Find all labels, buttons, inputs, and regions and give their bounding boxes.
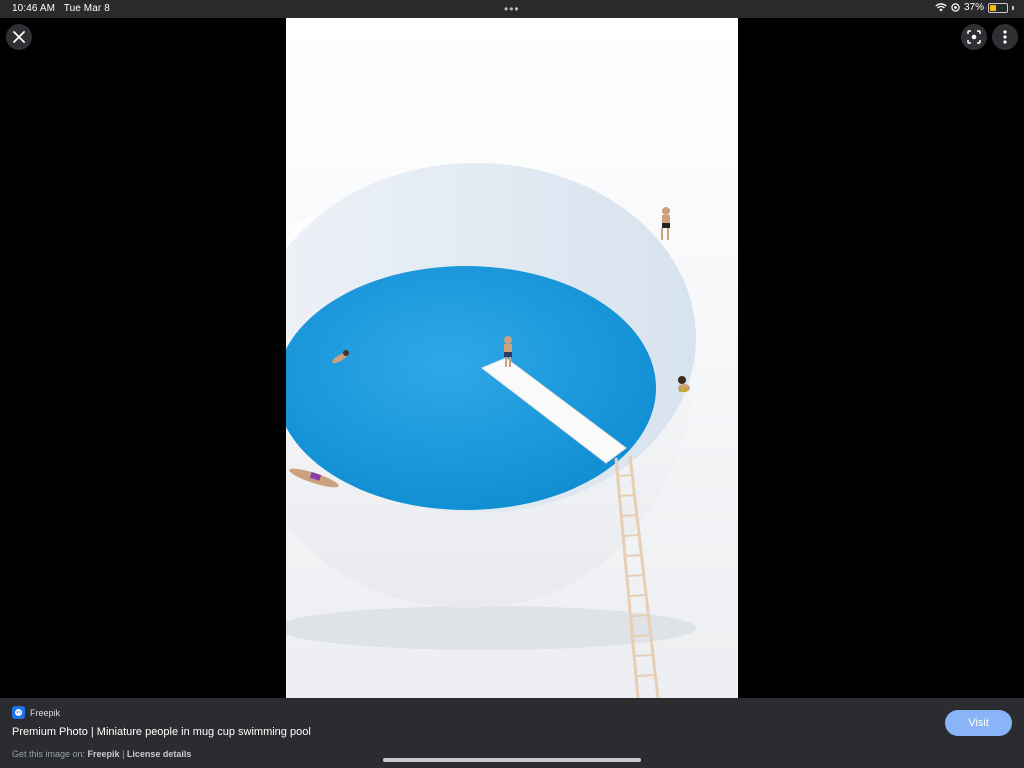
location-icon [951,3,960,12]
battery-icon [988,2,1008,13]
status-clock: 10:46 AM Tue Mar 8 [12,3,116,14]
credit-prefix: Get this image on: [12,749,88,759]
preview-image[interactable] [286,18,738,698]
lens-icon [967,30,981,44]
credit-source-link[interactable]: Freepik [88,749,120,759]
mug-pool-photo [286,163,697,698]
status-date: Tue Mar 8 [63,3,110,14]
result-title[interactable]: Premium Photo | Miniature people in mug … [12,726,311,738]
source-name: Freepik [30,707,61,718]
lens-button[interactable] [961,24,987,50]
home-indicator[interactable] [383,758,641,762]
more-vert-icon [1003,30,1007,44]
close-icon [13,31,25,43]
license-details-link[interactable]: License details [127,749,192,759]
wifi-icon [935,3,947,12]
source-row[interactable]: Freepik [12,706,60,719]
credit-separator: | [119,749,127,759]
battery-tip [1012,5,1014,10]
freepik-logo-icon [12,706,25,719]
credit-line: Get this image on: Freepik | License det… [12,749,191,759]
status-time: 10:46 AM [12,3,56,14]
status-indicators: 37% [935,2,1014,13]
visit-button[interactable]: Visit [945,710,1012,736]
status-bar: 10:46 AM Tue Mar 8 ••• 37% [0,0,1024,18]
more-options-button[interactable] [992,24,1018,50]
close-button[interactable] [6,24,32,50]
battery-level-fill [990,4,996,11]
battery-percent: 37% [963,2,984,13]
multitask-dots[interactable]: ••• [504,2,520,16]
